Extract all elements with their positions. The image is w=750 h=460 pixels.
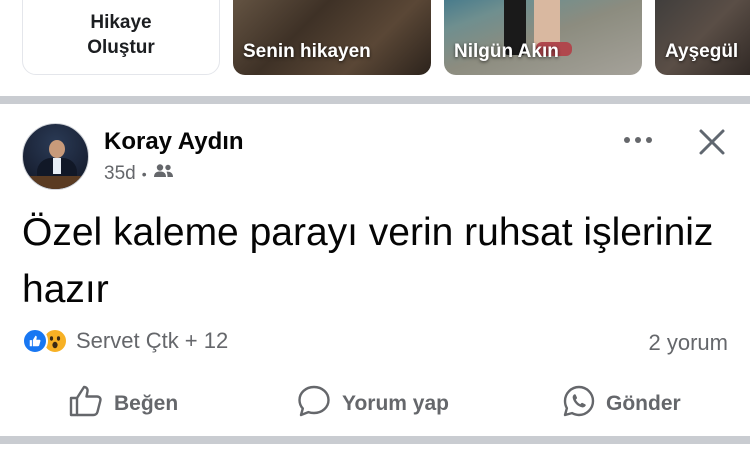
story-card-label: Ayşegül [665,41,739,62]
comment-button-label: Yorum yap [342,392,449,415]
comments-count[interactable]: 2 yorum [649,330,728,356]
create-story-label-line2: Oluştur [87,37,155,58]
reaction-summary[interactable]: Servet Çtk + 12 [22,328,228,354]
comment-bubble-icon [296,384,332,424]
send-button-label: Gönder [606,392,681,415]
story-card-your-story[interactable]: Senin hikayen [233,0,431,75]
send-button[interactable]: Gönder [562,384,681,424]
feed-post: Koray Aydın 35d • Özel kaleme parayı ver… [0,104,750,436]
like-button-label: Beğen [114,392,179,415]
create-story-card[interactable]: Hikaye Oluştur [22,0,220,75]
reactors-text: Servet Çtk + 12 [76,328,229,353]
create-story-label-line1: Hikaye [90,12,152,33]
avatar-detail [53,158,61,174]
post-meta: 35d • [104,163,175,185]
avatar[interactable] [22,123,89,190]
feed-divider [0,436,750,444]
post-author-name[interactable]: Koray Aydın [104,128,244,156]
feed-divider [0,96,750,104]
post-actions: Beğen Yorum yap Gönder [0,384,750,424]
thumbs-up-icon [68,384,104,424]
comment-button[interactable]: Yorum yap [296,384,449,424]
avatar-detail [49,140,65,158]
more-horizontal-icon[interactable] [622,130,654,150]
friends-icon [153,163,175,185]
story-card-label: Senin hikayen [243,41,371,62]
close-icon[interactable] [696,126,728,158]
story-card-label: Nilgün Akın [454,41,559,62]
whatsapp-icon [562,384,596,424]
avatar-detail [23,176,88,189]
meta-separator: • [141,166,147,182]
like-reaction-icon [22,328,48,354]
story-card-aysegul[interactable]: Ayşegül [655,0,750,75]
like-button[interactable]: Beğen [68,384,178,424]
post-time[interactable]: 35d [104,163,136,185]
stories-row: Hikaye Oluştur Senin hikayen Nilgün Akın… [0,0,750,96]
post-text: Özel kaleme parayı verin ruhsat işlerini… [22,211,714,311]
story-card-nilgun[interactable]: Nilgün Akın [444,0,642,75]
